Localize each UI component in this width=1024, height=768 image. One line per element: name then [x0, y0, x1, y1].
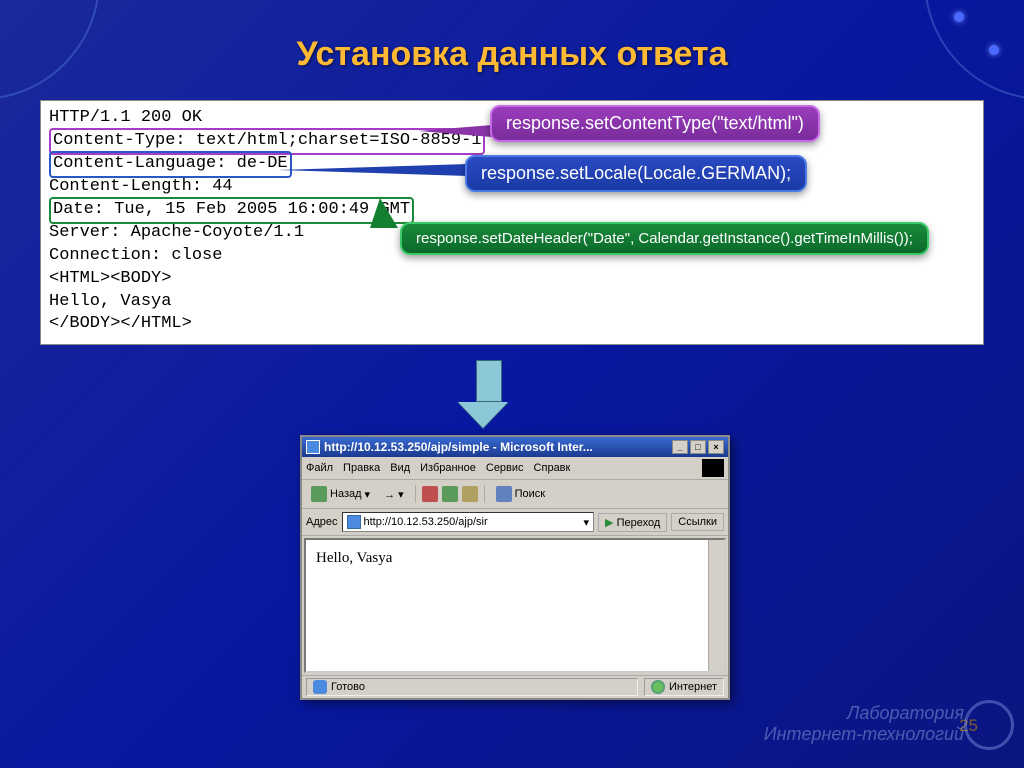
- close-button[interactable]: ×: [708, 440, 724, 454]
- lab-logo-icon: [964, 700, 1014, 750]
- browser-menubar: Файл Правка Вид Избранное Сервис Справк: [302, 457, 728, 480]
- url-text: http://10.12.53.250/ajp/sir: [364, 516, 488, 528]
- refresh-icon[interactable]: [442, 486, 458, 502]
- search-button[interactable]: Поиск: [491, 483, 550, 505]
- footer-branding: ЛабораторияИнтернет-технологий: [764, 703, 964, 746]
- go-button[interactable]: ▶ Переход: [598, 513, 667, 532]
- menu-help[interactable]: Справк: [534, 462, 571, 474]
- globe-icon: [651, 680, 665, 694]
- callout-pointer: [278, 164, 468, 176]
- status-text: Готово: [331, 681, 365, 693]
- back-button[interactable]: Назад ▾: [306, 483, 375, 505]
- menu-favorites[interactable]: Избранное: [420, 462, 476, 474]
- highlight-content-language: Content-Language: de-DE: [49, 151, 292, 178]
- menu-file[interactable]: Файл: [306, 462, 333, 474]
- arrow-down-icon: [470, 360, 508, 428]
- back-label: Назад: [330, 488, 362, 500]
- home-icon[interactable]: [462, 486, 478, 502]
- browser-window: http://10.12.53.250/ajp/simple - Microso…: [300, 435, 730, 700]
- menu-tools[interactable]: Сервис: [486, 462, 524, 474]
- callout-setdateheader: response.setDateHeader("Date", Calendar.…: [400, 222, 929, 255]
- separator: [415, 485, 416, 503]
- search-icon: [496, 486, 512, 502]
- menu-view[interactable]: Вид: [390, 462, 410, 474]
- stop-icon[interactable]: [422, 486, 438, 502]
- address-label: Адрес: [306, 516, 338, 528]
- ie-icon: [306, 440, 320, 454]
- ie-throbber-icon: [702, 459, 724, 477]
- scrollbar[interactable]: [708, 540, 724, 671]
- browser-toolbar: Назад ▾ → ▾ Поиск: [302, 480, 728, 509]
- back-icon: [311, 486, 327, 502]
- code-line: Hello, Vasya: [49, 291, 975, 314]
- code-line: </BODY></HTML>: [49, 313, 975, 336]
- decor-dot: [954, 12, 964, 22]
- maximize-button[interactable]: □: [690, 440, 706, 454]
- callout-pointer: [418, 125, 492, 137]
- callout-setcontenttype: response.setContentType("text/html"): [490, 105, 820, 142]
- page-icon: [347, 515, 361, 529]
- slide-title: Установка данных ответа: [0, 35, 1024, 74]
- minimize-button[interactable]: _: [672, 440, 688, 454]
- separator: [484, 485, 485, 503]
- menu-edit[interactable]: Правка: [343, 462, 380, 474]
- highlight-date-header: Date: Tue, 15 Feb 2005 16:00:49 GMT: [49, 197, 414, 224]
- links-button[interactable]: Ссылки: [671, 513, 724, 531]
- document-icon: [313, 680, 327, 694]
- address-input[interactable]: http://10.12.53.250/ajp/sir ▾: [342, 512, 595, 532]
- address-bar: Адрес http://10.12.53.250/ajp/sir ▾ ▶ Пе…: [302, 509, 728, 536]
- browser-viewport: Hello, Vasya: [304, 538, 726, 673]
- zone-text: Интернет: [669, 681, 717, 693]
- forward-button[interactable]: → ▾: [379, 485, 409, 504]
- callout-pointer: [370, 198, 398, 228]
- search-label: Поиск: [515, 488, 545, 500]
- callout-setlocale: response.setLocale(Locale.GERMAN);: [465, 155, 807, 192]
- window-title: http://10.12.53.250/ajp/simple - Microso…: [324, 440, 672, 454]
- go-label: Переход: [617, 517, 661, 529]
- code-line: <HTML><BODY>: [49, 268, 975, 291]
- browser-statusbar: Готово Интернет: [302, 675, 728, 698]
- page-body-text: Hello, Vasya: [316, 550, 392, 566]
- browser-titlebar: http://10.12.53.250/ajp/simple - Microso…: [302, 437, 728, 457]
